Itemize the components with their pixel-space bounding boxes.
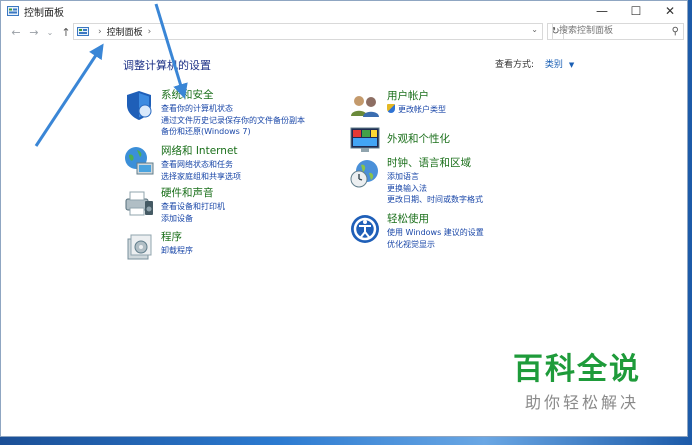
category-title[interactable]: 外观和个性化 [387, 133, 450, 146]
watermark: 百科全说 助你轻松解决 [513, 353, 641, 413]
link[interactable]: 更换输入法 [387, 183, 483, 195]
category-ease-of-access: 轻松使用 使用 Windows 建议的设置 优化视觉显示 [349, 213, 484, 250]
address-bar[interactable]: › 控制面板 › ⌄ [73, 23, 543, 40]
link[interactable]: 查看设备和打印机 [161, 201, 225, 213]
shield-icon[interactable] [123, 89, 155, 121]
forward-arrow-icon[interactable]: → [27, 26, 41, 39]
search-input[interactable]: 搜索控制面板 ⚲ [552, 23, 684, 40]
minimize-button[interactable]: — [585, 1, 619, 21]
recent-locations-icon[interactable]: ⌄ [43, 28, 57, 37]
link[interactable]: 使用 Windows 建议的设置 [387, 227, 484, 239]
category-appearance: 外观和个性化 [349, 124, 450, 156]
breadcrumb-control-panel[interactable]: 控制面板 [107, 25, 143, 38]
address-dropdown-icon[interactable]: ⌄ [531, 25, 538, 34]
category-title[interactable]: 时钟、语言和区域 [387, 157, 483, 170]
appearance-icon[interactable] [349, 124, 381, 156]
category-title[interactable]: 轻松使用 [387, 213, 484, 226]
printer-speaker-icon[interactable] [123, 187, 155, 219]
close-button[interactable]: ✕ [653, 1, 687, 21]
view-by-dropdown[interactable]: 类别 [545, 60, 563, 70]
globe-network-icon[interactable] [123, 145, 155, 177]
link[interactable]: 备份和还原(Windows 7) [161, 126, 305, 138]
ease-of-access-icon[interactable] [349, 213, 381, 245]
back-arrow-icon[interactable]: ← [9, 26, 23, 39]
category-title[interactable]: 用户帐户 [387, 90, 446, 103]
watermark-title: 百科全说 [513, 352, 641, 387]
view-by-label: 查看方式: [495, 60, 535, 70]
category-title[interactable]: 系统和安全 [161, 89, 305, 102]
link[interactable]: 通过文件历史记录保存你的文件备份副本 [161, 115, 305, 127]
search-icon[interactable]: ⚲ [672, 24, 679, 39]
link[interactable]: 添加语言 [387, 171, 483, 183]
category-system-security: 系统和安全 查看你的计算机状态 通过文件历史记录保存你的文件备份副本 备份和还原… [123, 89, 305, 138]
search-placeholder: 搜索控制面板 [559, 26, 614, 36]
link[interactable]: 更改帐户类型 [387, 104, 446, 116]
programs-icon[interactable] [123, 231, 155, 263]
link[interactable]: 查看网络状态和任务 [161, 159, 241, 171]
clock-globe-icon[interactable] [349, 157, 381, 189]
link[interactable]: 卸载程序 [161, 245, 193, 257]
link[interactable]: 更改日期、时间或数字格式 [387, 194, 483, 206]
up-arrow-icon[interactable]: ↑ [59, 26, 73, 39]
page-title: 调整计算机的设置 [123, 59, 211, 72]
dropdown-arrow-icon[interactable]: ▼ [569, 61, 574, 69]
category-user-accounts: 用户帐户 更改帐户类型 [349, 90, 446, 122]
category-title[interactable]: 程序 [161, 231, 193, 244]
control-panel-icon [77, 27, 89, 36]
category-network-internet: 网络和 Internet 查看网络状态和任务 选择家庭组和共享选项 [123, 145, 241, 182]
category-title[interactable]: 硬件和声音 [161, 187, 225, 200]
control-panel-window: 控制面板 — ☐ ✕ ← → ⌄ ↑ › 控制面板 › ⌄ ↻ 搜索控制面板 ⚲… [0, 0, 688, 437]
link[interactable]: 查看你的计算机状态 [161, 103, 305, 115]
users-icon[interactable] [349, 90, 381, 122]
link[interactable]: 优化视觉显示 [387, 239, 484, 251]
window-title: 控制面板 [24, 7, 64, 19]
view-by: 查看方式: 类别 ▼ [495, 57, 574, 70]
link[interactable]: 添加设备 [161, 213, 225, 225]
category-clock-language-region: 时钟、语言和区域 添加语言 更换输入法 更改日期、时间或数字格式 [349, 157, 483, 206]
breadcrumb-separator-icon: › [98, 26, 102, 37]
category-programs: 程序 卸载程序 [123, 231, 193, 263]
breadcrumb-chevron-icon[interactable]: › [148, 27, 152, 37]
maximize-button[interactable]: ☐ [619, 1, 653, 21]
category-hardware-sound: 硬件和声音 查看设备和打印机 添加设备 [123, 187, 225, 224]
control-panel-icon [7, 6, 19, 16]
watermark-subtitle: 助你轻松解决 [525, 393, 640, 412]
link[interactable]: 选择家庭组和共享选项 [161, 171, 241, 183]
title-bar: 控制面板 — ☐ ✕ [1, 1, 687, 21]
category-title[interactable]: 网络和 Internet [161, 145, 241, 158]
